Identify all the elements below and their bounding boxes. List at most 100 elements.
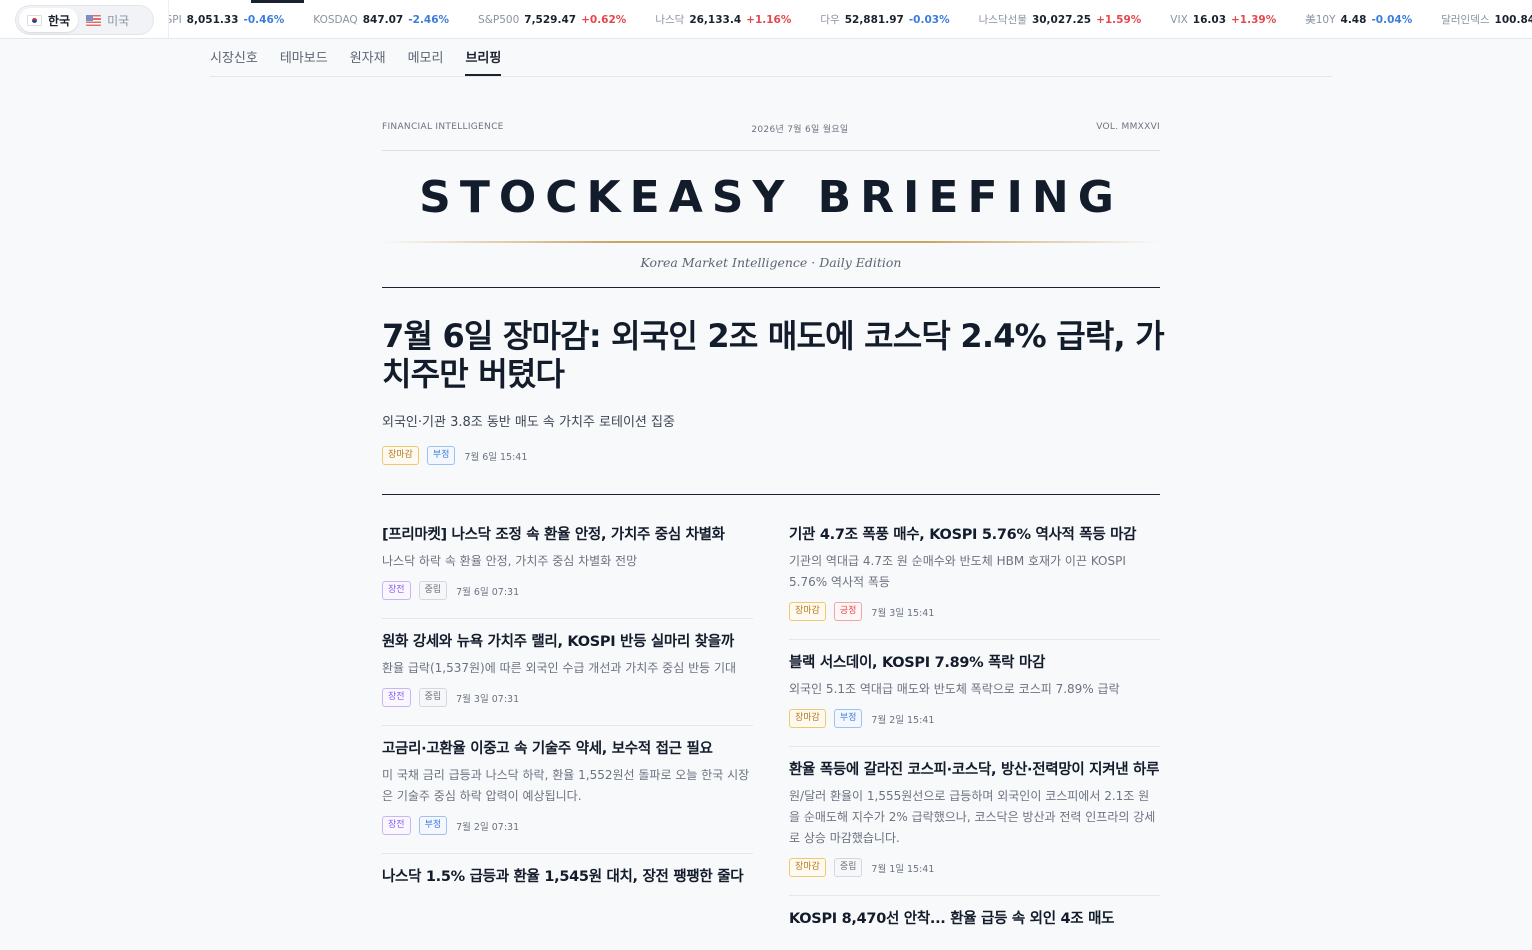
nav-tab-2[interactable]: 원자재 [350, 39, 386, 77]
article-column-left: [프리마켓] 나스닥 조정 속 환율 안정, 가치주 중심 차별화나스닥 하락 … [382, 512, 753, 906]
tag-neg: 부정 [833, 709, 863, 728]
article-card[interactable]: 기관 4.7조 폭풍 매수, KOSPI 5.76% 역사적 폭등 마감기관의 … [789, 512, 1160, 640]
article-date: 7월 6일 07:31 [456, 586, 520, 598]
article-card[interactable]: KOSPI 8,470선 안착... 환율 급등 속 외인 4조 매도 [789, 896, 1160, 948]
hero-tags: 장마감 부정 7월 6일 15:41 [382, 446, 527, 465]
nav-tab-4[interactable]: 브리핑 [465, 39, 501, 77]
article-card[interactable]: 블랙 서스데이, KOSPI 7.89% 폭락 마감외국인 5.1조 역대급 매… [789, 640, 1160, 747]
article-card[interactable]: 원화 강세와 뉴욕 가치주 랠리, KOSPI 반등 실마리 찾을까환율 급락(… [382, 619, 753, 726]
nav-tab-1[interactable]: 테마보드 [280, 39, 328, 77]
article-title[interactable]: 기관 4.7조 폭풍 매수, KOSPI 5.76% 역사적 폭등 마감 [789, 525, 1160, 546]
tag-pre: 장전 [382, 688, 411, 707]
article-card[interactable]: 나스닥 1.5% 급등과 환율 1,545원 대치, 장전 팽팽한 줄다 [382, 854, 753, 906]
ticker-name: VIX [1170, 13, 1188, 26]
article-title[interactable]: 블랙 서스데이, KOSPI 7.89% 폭락 마감 [789, 653, 1160, 674]
ticker-change: +1.39% [1231, 13, 1277, 26]
flag-kr-icon [27, 14, 42, 26]
article-date: 7월 3일 15:41 [871, 607, 935, 619]
ticker-name: 다우 [820, 14, 840, 26]
article-title[interactable]: 나스닥 1.5% 급등과 환율 1,545원 대치, 장전 팽팽한 줄다 [382, 867, 753, 888]
ticker-name: S&P500 [478, 13, 520, 26]
masthead-volume: VOL. MMXXVI [1096, 122, 1160, 132]
market-option-1[interactable]: 미국 [78, 8, 137, 32]
ticker-list: KOSPI 8,051.33 -0.46% KOSDAQ 847.07 -2.46% S&P… [169, 0, 1532, 38]
market-toggle[interactable]: 한국 미국 [15, 5, 154, 35]
article-tags: 장마감 중립 7월 1일 15:41 [789, 858, 1160, 877]
article-date: 7월 3일 07:31 [456, 693, 520, 705]
masthead-meta: FINANCIAL INTELLIGENCE 2026년 7월 6일 월요일 V… [382, 122, 1160, 135]
ticker-name: KOSDAQ [313, 13, 358, 26]
ticker-item[interactable]: KOSPI 8,051.33 -0.46% [169, 14, 284, 26]
article-tags: 장전 중립 7월 3일 07:31 [382, 688, 753, 707]
ticker-item[interactable]: KOSDAQ 847.07 -2.46% [313, 14, 449, 26]
top-ticker-bar: 한국 미국 KOSPI 8,051.33 -0.46% KOSDAQ 847.07 -2.4… [0, 0, 1532, 39]
masthead-gold-rule [382, 241, 1160, 243]
ticker-item[interactable]: 나스닥선물 30,027.25 +1.59% [979, 12, 1142, 27]
article-date: 7월 1일 15:41 [871, 863, 935, 875]
ticker-value: 52,881.97 [844, 14, 904, 26]
market-option-0[interactable]: 한국 [19, 8, 79, 32]
ticker-value: 847.07 [362, 13, 404, 26]
ticker-value: 30,027.25 [1031, 14, 1092, 26]
hero-headline[interactable]: 7월 6일 장마감: 외국인 2조 매도에 코스닥 2.4% 급락, 가치주만 … [382, 317, 1172, 393]
tag-neutral: 중립 [833, 858, 863, 877]
ticker-item[interactable]: 달러인덱스100.84+0.22% [1441, 12, 1532, 27]
ticker-item[interactable]: 美10Y 4.48 -0.04% [1305, 12, 1412, 27]
ticker-change: -2.46% [408, 13, 450, 26]
ticker-strip: KOSPI 8,051.33 -0.46% KOSDAQ 847.07 -2.46% S&P… [168, 0, 1532, 38]
ticker-item[interactable]: VIX 16.03 +1.39% [1170, 14, 1276, 26]
ticker-name: 달러인덱스 [1441, 14, 1490, 26]
tag-neutral: 중립 [418, 688, 448, 707]
ticker-change: +1.59% [1096, 14, 1142, 26]
article-tags: 장전 부정 7월 2일 07:31 [382, 816, 753, 835]
nav-tab-3[interactable]: 메모리 [408, 39, 444, 77]
article-title[interactable]: 환율 폭등에 갈라진 코스피·코스닥, 방산·전력망이 지켜낸 하루 [789, 760, 1160, 781]
tag-close: 장마감 [382, 446, 419, 465]
article-summary: 환율 급락(1,537원)에 따른 외국인 수급 개선과 가치주 중심 반등 기… [382, 661, 737, 675]
masthead-title: STOCKEASY BRIEFING [419, 172, 1123, 223]
ticker-item[interactable]: S&P500 7,529.47 +0.62% [478, 14, 626, 26]
article-date: 7월 2일 07:31 [456, 821, 520, 833]
article-summary: 나스닥 하락 속 환율 안정, 가치주 중심 차별화 전망 [382, 554, 638, 568]
tag-close: 장마감 [789, 602, 826, 621]
article-card[interactable]: 고금리·고환율 이중고 속 기술주 약세, 보수적 접근 필요 미 국채 금리 급… [382, 726, 753, 854]
article-tags: 장마감 긍정 7월 3일 15:41 [789, 602, 1160, 621]
article-card[interactable]: [프리마켓] 나스닥 조정 속 환율 안정, 가치주 중심 차별화나스닥 하락 … [382, 512, 753, 619]
hero-subtitle: 외국인·기관 3.8조 동반 매도 속 가치주 로테이션 집중 [382, 415, 675, 430]
article-date: 7월 2일 15:41 [871, 714, 935, 726]
article-column-right: 기관 4.7조 폭풍 매수, KOSPI 5.76% 역사적 폭등 마감기관의 … [789, 512, 1160, 948]
ticker-item[interactable]: 나스닥 26,133.4 +1.16% [655, 12, 791, 27]
article-card[interactable]: 환율 폭등에 갈라진 코스피·코스닥, 방산·전력망이 지켜낸 하루원/달러 환… [789, 747, 1160, 896]
market-option-label: 미국 [107, 13, 130, 28]
ticker-change: -0.04% [1371, 14, 1413, 26]
ticker-value: 7,529.47 [524, 13, 577, 26]
tag-neutral: 중립 [418, 581, 448, 600]
article-tags: 장전 중립 7월 6일 07:31 [382, 581, 753, 600]
ticker-name: 美10Y [1305, 14, 1336, 26]
ticker-change: +0.62% [581, 13, 627, 26]
ticker-value: 4.48 [1340, 14, 1367, 26]
tag-close: 장마감 [789, 709, 826, 728]
tag-pos: 긍정 [833, 602, 863, 621]
article-summary: 기관의 역대급 4.7조 원 순매수와 반도체 HBM 호재가 이끈 KOSPI… [789, 554, 1126, 589]
article-title[interactable]: [프리마켓] 나스닥 조정 속 환율 안정, 가치주 중심 차별화 [382, 525, 753, 546]
masthead-subtitle: Korea Market Intelligence · Daily Editio… [640, 255, 902, 270]
masthead-section: FINANCIAL INTELLIGENCE [382, 122, 504, 132]
flag-us-icon [86, 14, 102, 26]
ticker-change: +1.16% [746, 14, 792, 26]
tag-neg: 부정 [418, 816, 448, 835]
ticker-item[interactable]: 다우 52,881.97 -0.03% [820, 12, 949, 27]
nav-tab-0[interactable]: 시장신호 [210, 39, 258, 77]
article-summary: 원/달러 환율이 1,555원선으로 급등하며 외국인이 코스피에서 2.1조 … [789, 789, 1156, 845]
market-option-label: 한국 [48, 13, 71, 28]
ticker-name: 나스닥 [655, 14, 685, 26]
article-title[interactable]: 고금리·고환율 이중고 속 기술주 약세, 보수적 접근 필요 [382, 739, 753, 760]
article-tags: 장마감 부정 7월 2일 15:41 [789, 709, 1160, 728]
article-summary: 외국인 5.1조 역대급 매도와 반도체 폭락으로 코스피 7.89% 급락 [789, 682, 1120, 696]
masthead-date: 2026년 7월 6일 월요일 [751, 125, 849, 135]
article-title[interactable]: KOSPI 8,470선 안착... 환율 급등 속 외인 4조 매도 [789, 909, 1160, 930]
article-title[interactable]: 원화 강세와 뉴욕 가치주 랠리, KOSPI 반등 실마리 찾을까 [382, 632, 753, 653]
ticker-value: 100.84 [1494, 14, 1532, 26]
hero-divider [382, 494, 1160, 495]
masthead-divider [382, 150, 1160, 151]
